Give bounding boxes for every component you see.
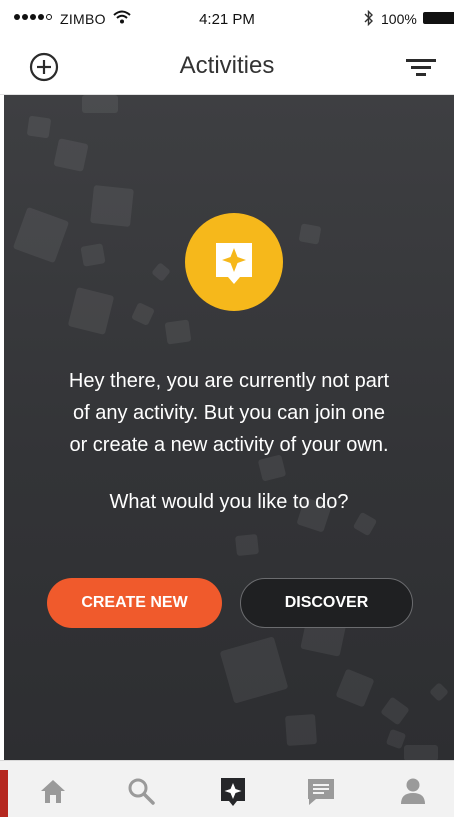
app-header: Activities [0, 38, 454, 95]
decorative-square [404, 745, 438, 760]
empty-state-message: Hey there, you are currently not part of… [24, 365, 434, 461]
bottom-tab-bar [0, 760, 454, 817]
bluetooth-icon [364, 10, 373, 26]
decorative-square [429, 682, 449, 702]
activity-badge [185, 213, 283, 311]
decorative-square [380, 696, 410, 726]
battery-icon [423, 12, 454, 24]
battery-percentage: 100% [381, 11, 417, 27]
filter-icon[interactable] [404, 54, 438, 80]
message-line: Hey there, you are currently not part [68, 370, 390, 392]
decorative-square [352, 511, 378, 537]
decorative-square [67, 286, 115, 336]
activity-star-icon[interactable] [216, 774, 250, 808]
decorative-square [26, 115, 52, 139]
search-icon[interactable] [124, 774, 158, 808]
activities-screen: ZIMBO 4:21 PM 100% Activities Hey there,… [0, 0, 454, 817]
decorative-square [82, 95, 118, 113]
page-title: Activities [179, 52, 275, 79]
message-line: of any activity. But you can join one [72, 402, 386, 424]
chat-icon[interactable] [304, 774, 338, 808]
decorative-edge [0, 770, 8, 817]
message-line: or create a new activity of your own. [69, 434, 389, 456]
decorative-square [335, 668, 375, 708]
profile-icon[interactable] [396, 774, 430, 808]
decorative-square [164, 319, 192, 345]
decorative-square [151, 262, 171, 282]
status-bar: ZIMBO 4:21 PM 100% [0, 0, 454, 38]
decorative-square [12, 206, 70, 264]
create-new-button[interactable]: CREATE NEW [47, 578, 222, 628]
decorative-square [235, 533, 259, 557]
decorative-square [80, 243, 106, 267]
prompt-question: What would you like to do? [109, 491, 349, 513]
decorative-square [90, 185, 134, 227]
decorative-square [219, 636, 289, 704]
decorative-square [298, 223, 322, 245]
decorative-square [53, 138, 89, 172]
discover-button[interactable]: DISCOVER [240, 578, 413, 628]
home-icon[interactable] [36, 774, 70, 808]
activity-star-icon [216, 243, 252, 284]
decorative-square [284, 713, 318, 747]
decorative-square [131, 302, 155, 326]
empty-state-panel: Hey there, you are currently not part of… [4, 95, 454, 760]
